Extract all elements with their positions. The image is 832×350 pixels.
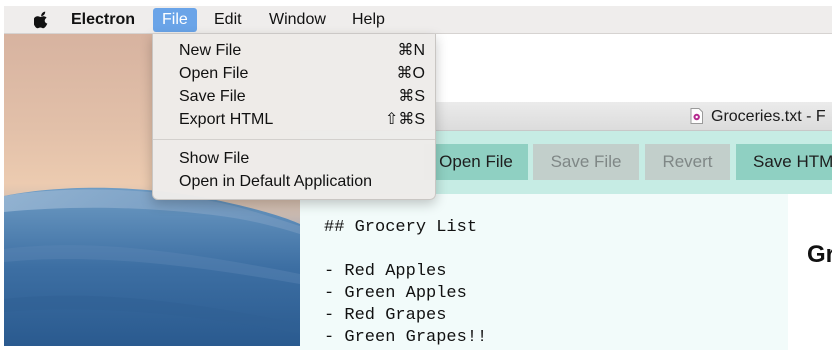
menu-item-shortcut: ⌘N	[397, 42, 425, 59]
window-title: Groceries.txt - F	[711, 108, 826, 125]
menu-item-shortcut: ⇧⌘S	[384, 111, 425, 128]
menu-file[interactable]: File	[153, 8, 197, 32]
menu-bar: Electron File Edit Window Help	[4, 6, 832, 34]
menu-window[interactable]: Window	[260, 6, 335, 34]
menu-item-label: Show File	[179, 150, 250, 167]
menu-help[interactable]: Help	[343, 6, 394, 34]
menu-edit[interactable]: Edit	[205, 6, 251, 34]
menu-item-export-html[interactable]: Export HTML ⇧⌘S	[153, 108, 435, 131]
file-menu-dropdown: New File ⌘N Open File ⌘O Save File ⌘S Ex…	[152, 34, 436, 200]
menu-item-save-file[interactable]: Save File ⌘S	[153, 85, 435, 108]
revert-button[interactable]: Revert	[645, 144, 730, 180]
menu-item-new-file[interactable]: New File ⌘N	[153, 39, 435, 62]
editor-line: - Green Grapes!!	[324, 328, 488, 347]
menu-item-label: Open File	[179, 65, 249, 82]
editor-line: - Red Grapes	[324, 306, 447, 325]
open-file-button[interactable]: Open File	[424, 144, 528, 180]
menu-item-label: Export HTML	[179, 111, 274, 128]
document-icon	[690, 108, 703, 124]
html-preview: Gr	[788, 194, 832, 350]
apple-logo-icon[interactable]	[34, 11, 50, 29]
save-html-button[interactable]: Save HTML	[736, 144, 832, 180]
markdown-editor[interactable]: ## Grocery List - Red Apples - Green App…	[300, 194, 788, 350]
screen: Groceries.txt - F Open File Save File Re…	[0, 0, 832, 350]
menu-item-show-file[interactable]: Show File	[153, 147, 435, 170]
menu-item-label: Open in Default Application	[179, 173, 373, 190]
editor-line: - Green Apples	[324, 284, 467, 303]
save-file-button[interactable]: Save File	[533, 144, 639, 180]
menu-item-open-default-app[interactable]: Open in Default Application	[153, 170, 435, 193]
menu-item-label: Save File	[179, 88, 246, 105]
menu-item-shortcut: ⌘S	[398, 88, 425, 105]
menu-item-shortcut: ⌘O	[396, 65, 425, 82]
editor-line: ## Grocery List	[324, 218, 478, 237]
menu-app-electron[interactable]: Electron	[62, 6, 144, 34]
editor-line: - Red Apples	[324, 262, 447, 281]
menu-item-label: New File	[179, 42, 242, 59]
preview-heading: Gr	[807, 241, 832, 268]
menu-separator	[153, 139, 435, 140]
menu-item-open-file[interactable]: Open File ⌘O	[153, 62, 435, 85]
